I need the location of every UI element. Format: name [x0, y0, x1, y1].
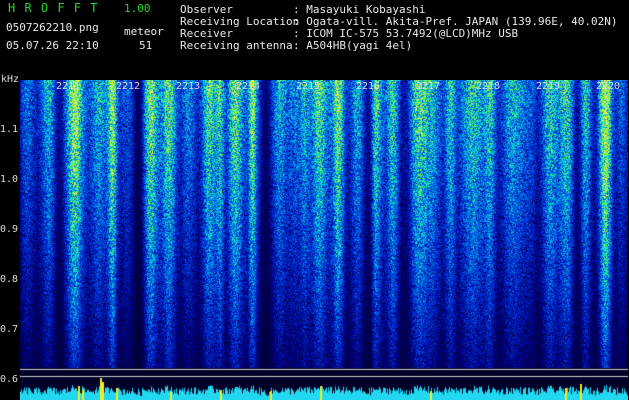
time-tick-label: 2214	[236, 81, 261, 92]
meteor-label: meteor	[124, 25, 164, 38]
time-tick-label: 2211	[56, 81, 81, 92]
y-tick-label: 0.9	[0, 224, 19, 235]
time-tick-label: 2217	[416, 81, 441, 92]
time-tick-label: 2212	[116, 81, 141, 92]
time-tick-label: 2220	[596, 81, 621, 92]
info-value-antenna: : A504HB(yagi 4el)	[293, 39, 413, 52]
y-axis-unit: kHz	[1, 74, 20, 85]
y-tick-label: 1.0	[0, 174, 19, 185]
info-label-antenna: Receiving antenna	[180, 39, 293, 52]
y-tick-label: 0.7	[0, 324, 19, 335]
app-title: H R O F F T	[8, 1, 99, 15]
file-name: 0507262210.png	[6, 21, 99, 34]
datetime: 05.07.26 22:10	[6, 39, 99, 52]
y-tick-label: 0.6	[0, 374, 19, 385]
y-tick-label: 0.8	[0, 274, 19, 285]
time-tick-label: 2219	[536, 81, 561, 92]
app-version: 1.00	[124, 2, 151, 15]
time-tick-label: 2213	[176, 81, 201, 92]
y-tick-label: 1.1	[0, 124, 19, 135]
time-tick-label: 2215	[296, 81, 321, 92]
time-tick-label: 2218	[476, 81, 501, 92]
meteor-count: 51	[139, 39, 153, 52]
spectrogram-display	[20, 80, 628, 400]
time-tick-label: 2216	[356, 81, 381, 92]
